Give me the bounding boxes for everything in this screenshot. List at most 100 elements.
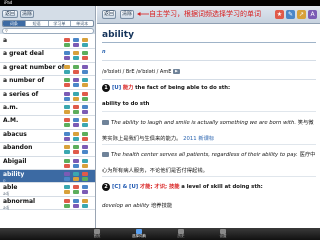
tab-home-label: 首页	[93, 234, 101, 238]
word-level-tag	[82, 185, 88, 190]
word-level-tag	[64, 104, 70, 109]
word-list-item[interactable]: abandon	[0, 143, 95, 157]
word-list-item[interactable]: Abigail	[0, 156, 95, 170]
word-list-item-word: abacus	[3, 130, 27, 138]
example-2-en: The health center serves all patients, r…	[111, 152, 298, 158]
sense-1: 1 [U] 能力 the fact of being able to do sth…	[102, 83, 230, 92]
word-level-tag	[82, 64, 88, 69]
sense-definition: a level of skill at doing sth:	[181, 184, 263, 190]
word-list-item[interactable]: able adj	[0, 183, 95, 197]
example-audio-icon[interactable]	[102, 152, 109, 157]
word-level-tag	[73, 56, 79, 61]
note-icon[interactable]: ✎	[286, 10, 295, 19]
tab-dictionary[interactable]: 选择词典	[127, 228, 151, 240]
word-list-item-word: a number of	[3, 77, 45, 85]
word-level-tag	[82, 123, 88, 128]
sense-2-pattern-cn: 培养技能	[150, 203, 173, 209]
word-level-tag	[73, 91, 79, 96]
tab-home[interactable]: 首页	[85, 228, 109, 240]
sense-grammar: [C] & [U]	[112, 184, 139, 190]
example-1-en: The ability to laugh and smile is actual…	[111, 120, 297, 126]
word-list-item-word: a	[3, 37, 8, 44]
sense-cn: 能力	[122, 85, 134, 91]
tab-entries[interactable]: 词条	[3, 21, 26, 26]
word-list-item-word: a great number of	[3, 63, 65, 71]
speaker-icon[interactable]: ▶	[172, 69, 180, 74]
example-source[interactable]: 2011 新课标	[183, 136, 214, 142]
word-level-tag	[73, 150, 79, 155]
bottom-tab-bar: 首页 选择词典 历史 设置	[0, 228, 320, 240]
tab-wordbook[interactable]: 单词本	[71, 21, 93, 26]
word-level-tag	[73, 198, 79, 203]
word-level-tag	[64, 56, 70, 61]
word-level-tag	[73, 163, 79, 168]
word-level-tag	[73, 51, 79, 56]
tab-history[interactable]: 历史	[169, 228, 193, 240]
entry-toolbar: 返回 清除 自主学习，根据词频选择学习的单词 ★ ✎ ↗ A	[97, 6, 320, 24]
entry-back-button[interactable]: 返回	[102, 10, 116, 19]
word-list-item[interactable]: ability n	[0, 169, 95, 184]
clear-button[interactable]: 清除	[20, 10, 34, 18]
word-list-item[interactable]: a great number of	[0, 62, 95, 77]
word-level-tag	[64, 190, 70, 195]
word-list-item[interactable]: a number of	[0, 76, 95, 90]
entry-body: ability n /ə'bɪləti / BrE /ə'bɪləti / Am…	[97, 25, 320, 228]
font-size-icon[interactable]: A	[308, 10, 317, 19]
sense-2: 2 [C] & [U] 才能; 才识; 技能 a level of skill a…	[102, 182, 263, 191]
search-input[interactable]: ⚲	[2, 28, 94, 34]
sense-definition: the fact of being able to do sth:	[135, 85, 231, 91]
word-level-tag	[64, 69, 70, 74]
word-level-tag	[73, 136, 79, 141]
word-list-item[interactable]: abnormal adj	[0, 196, 95, 211]
word-list-item[interactable]: abacus	[0, 129, 95, 144]
sense-2-pattern-en: develop an ability	[102, 203, 150, 209]
word-level-tag	[82, 118, 88, 123]
word-list-item-word: a series of	[3, 90, 39, 98]
example-1: The ability to laugh and smile is actual…	[102, 118, 314, 126]
favorite-icon[interactable]: ★	[275, 10, 284, 19]
tab-study-list[interactable]: 学习单	[49, 21, 72, 26]
word-list-item-pos: adj	[3, 191, 10, 197]
word-list-item[interactable]: A.M.	[0, 116, 95, 130]
example-audio-icon[interactable]	[102, 120, 109, 125]
word-level-tag	[82, 96, 88, 101]
entry-clear-button[interactable]: 清除	[120, 10, 134, 19]
word-level-tag	[82, 83, 88, 88]
word-level-tag	[73, 78, 79, 83]
word-level-tag	[73, 96, 79, 101]
word-list: a a great deal a great number of a number o…	[0, 36, 95, 211]
word-level-tag	[73, 203, 79, 208]
tab-history-label: 历史	[177, 234, 185, 238]
word-level-tag	[82, 171, 88, 176]
sense-number: 1	[102, 83, 110, 92]
word-level-tag	[64, 38, 70, 42]
phonetic-line: /ə'bɪləti / BrE /ə'bɪləti / AmE ▶	[102, 69, 180, 75]
word-list-pane: 返回 清除 词条 短语 学习单 单词本 ⚲ a a great deal a gre…	[0, 6, 96, 228]
word-level-tag	[73, 158, 79, 163]
word-level-tag	[73, 131, 79, 136]
word-list-item[interactable]: a series of	[0, 89, 95, 103]
word-level-tag	[82, 38, 88, 42]
word-level-tag	[82, 104, 88, 109]
word-list-toolbar: 返回 清除 词条 短语 学习单 单词本 ⚲	[0, 6, 95, 34]
word-list-item[interactable]: a.m.	[0, 102, 95, 117]
tab-settings[interactable]: 设置	[211, 228, 235, 240]
search-icon: ⚲	[5, 28, 8, 33]
word-list-item-word: a.m.	[3, 103, 18, 111]
word-level-tag	[64, 51, 70, 56]
tab-phrases[interactable]: 短语	[26, 21, 49, 26]
sense-2-pattern: develop an ability 培养技能	[102, 201, 172, 209]
word-level-tag	[64, 78, 70, 83]
part-of-speech: n	[102, 49, 106, 55]
word-list-item[interactable]: a	[0, 36, 95, 50]
example-1-cn-line: 笑实际上是我们与生俱来的能力。 2011 新课标	[102, 134, 214, 142]
divider	[102, 79, 316, 80]
word-level-tag	[82, 51, 88, 56]
back-button[interactable]: 返回	[2, 10, 18, 18]
word-level-tag	[82, 150, 88, 155]
word-level-tag	[82, 69, 88, 74]
share-icon[interactable]: ↗	[297, 10, 306, 19]
word-list-tabs: 词条 短语 学习单 单词本	[2, 20, 94, 27]
word-list-item-word: abandon	[3, 144, 33, 152]
word-list-item[interactable]: a great deal	[0, 49, 95, 63]
